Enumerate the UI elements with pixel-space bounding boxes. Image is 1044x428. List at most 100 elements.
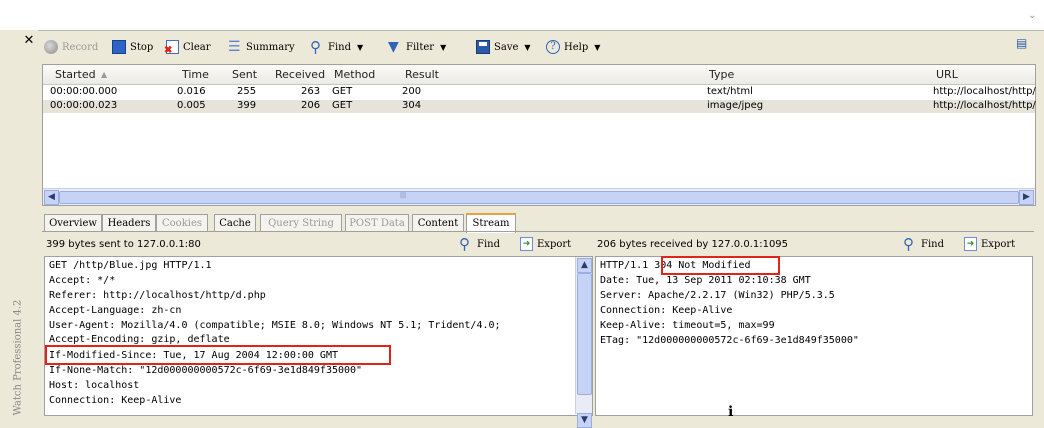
detail-tabs: Overview Headers Cookies Cache Query Str… xyxy=(44,213,1014,233)
record-icon xyxy=(44,40,58,54)
list-header: Started ▲ Time Sent Received Method Resu… xyxy=(43,65,1035,85)
response-export-button[interactable]: ➜ Export xyxy=(964,237,1015,251)
request-export-button[interactable]: ➜ Export xyxy=(520,237,571,251)
filter-button[interactable]: ▼ Filter ▼ xyxy=(388,36,446,58)
chevron-down-icon[interactable]: ⌄ xyxy=(1028,10,1038,21)
cell-sent: 399 xyxy=(237,100,257,111)
response-line: Connection: Keep-Alive xyxy=(600,305,733,316)
response-stream[interactable]: HTTP/1.1 304 Not Modified Date: Tue, 13 … xyxy=(595,256,1033,416)
save-label: Save xyxy=(494,41,519,53)
export-icon: ➜ xyxy=(520,237,533,251)
tab-stream[interactable]: Stream xyxy=(466,213,516,233)
dock-icon[interactable]: ▤ xyxy=(1016,36,1030,50)
cell-sent: 255 xyxy=(237,86,257,97)
summary-icon: ☰ xyxy=(228,39,241,55)
summary-button[interactable]: ☰ Summary xyxy=(228,36,295,58)
table-row[interactable]: 00:00:00.023 0.005 399 206 GET 304 image… xyxy=(43,100,1036,113)
find-button[interactable]: ⚲ Find ▼ xyxy=(310,36,363,58)
scroll-grip-icon: ||| xyxy=(400,192,407,199)
help-label: Help xyxy=(564,41,589,53)
request-line: User-Agent: Mozilla/4.0 (compatible; MSI… xyxy=(49,320,501,331)
response-line: Date: Tue, 13 Sep 2011 02:10:38 GMT xyxy=(600,275,811,286)
tab-cookies[interactable]: Cookies xyxy=(156,214,208,232)
cell-started: 00:00:00.023 xyxy=(50,100,118,111)
cell-received: 263 xyxy=(301,86,321,97)
request-export-label: Export xyxy=(537,238,572,250)
toolbar: Record Stop ✖ Clear ☰ Summary ⚲ Find ▼ ▼… xyxy=(44,36,1029,58)
request-find-label: Find xyxy=(477,238,500,250)
column-result[interactable]: Result xyxy=(405,68,439,81)
tab-cache[interactable]: Cache xyxy=(214,214,256,232)
scroll-down-icon[interactable]: ▼ xyxy=(577,413,592,428)
request-line: Accept-Language: zh-cn xyxy=(49,305,182,316)
help-dropdown-icon[interactable]: ▼ xyxy=(594,43,600,52)
request-line: Referer: http://localhost/http/d.php xyxy=(49,290,266,301)
cell-method: GET xyxy=(332,100,353,111)
stop-icon xyxy=(112,40,126,54)
request-summary: 399 bytes sent to 127.0.0.1:80 xyxy=(46,239,201,250)
stop-label: Stop xyxy=(130,41,154,53)
tab-divider xyxy=(42,231,1034,232)
cell-result: 200 xyxy=(402,86,422,97)
scroll-up-icon[interactable]: ▲ xyxy=(577,258,592,273)
request-line: GET /http/Blue.jpg HTTP/1.1 xyxy=(49,260,212,271)
column-received[interactable]: Received xyxy=(275,68,325,81)
close-icon[interactable]: ✕ xyxy=(22,34,36,48)
filter-label: Filter xyxy=(406,41,435,53)
request-line: Host: localhost xyxy=(49,380,140,391)
sort-ascending-icon: ▲ xyxy=(101,70,108,79)
session-list: Started ▲ Time Sent Received Method Resu… xyxy=(42,64,1036,206)
tab-query-string[interactable]: Query String xyxy=(260,214,342,232)
status-prefix: HTTP/1.1 xyxy=(600,260,655,271)
help-icon: ? xyxy=(546,40,560,54)
scroll-left-icon[interactable]: ◀ xyxy=(44,190,59,205)
clear-label: Clear xyxy=(183,41,211,53)
find-dropdown-icon[interactable]: ▼ xyxy=(357,43,363,52)
help-button[interactable]: ? Help ▼ xyxy=(546,36,600,58)
cell-url: http://localhost/http/ xyxy=(933,86,1036,97)
search-icon: ⚲ xyxy=(903,235,914,253)
response-find-button[interactable]: ⚲ Find xyxy=(903,235,944,253)
request-find-button[interactable]: ⚲ Find xyxy=(459,237,500,252)
cell-url: http://localhost/http/ xyxy=(933,100,1036,111)
highlight-box xyxy=(45,345,391,365)
cell-time: 0.005 xyxy=(177,100,206,111)
request-line: Connection: Keep-Alive xyxy=(49,395,182,406)
cell-type: text/html xyxy=(707,86,753,97)
record-button[interactable]: Record xyxy=(44,36,98,58)
table-row[interactable]: 00:00:00.000 0.016 255 263 GET 200 text/… xyxy=(43,86,1036,99)
tab-headers[interactable]: Headers xyxy=(102,214,156,232)
vertical-product-label: Watch Professional 4.2 xyxy=(12,299,24,416)
tab-post-data[interactable]: POST Data xyxy=(345,214,409,232)
column-type[interactable]: Type xyxy=(709,68,734,81)
save-button[interactable]: Save ▼ xyxy=(476,36,531,58)
cell-method: GET xyxy=(332,86,353,97)
tab-content[interactable]: Content xyxy=(412,214,464,232)
cell-type: image/jpeg xyxy=(707,100,764,111)
save-dropdown-icon[interactable]: ▼ xyxy=(524,43,530,52)
tab-overview[interactable]: Overview xyxy=(44,214,102,232)
funnel-icon: ▼ xyxy=(388,39,399,55)
column-url[interactable]: URL xyxy=(936,68,958,81)
request-stream[interactable]: GET /http/Blue.jpg HTTP/1.1 Accept: */* … xyxy=(44,256,593,428)
clear-button[interactable]: ✖ Clear xyxy=(164,36,211,58)
request-line: Accept-Encoding: gzip, deflate xyxy=(49,334,230,345)
response-find-label: Find xyxy=(921,238,944,250)
scroll-thumb[interactable] xyxy=(577,273,592,395)
filter-dropdown-icon[interactable]: ▼ xyxy=(440,43,446,52)
column-started[interactable]: Started xyxy=(55,68,96,81)
address-strip: ⌄ xyxy=(0,0,1044,31)
column-time[interactable]: Time xyxy=(182,68,209,81)
response-line: Keep-Alive: timeout=5, max=99 xyxy=(600,320,775,331)
vertical-scrollbar[interactable]: ▲ ▼ xyxy=(575,257,592,428)
clear-icon: ✖ xyxy=(164,40,179,56)
scroll-thumb[interactable] xyxy=(59,191,1019,204)
column-sent[interactable]: Sent xyxy=(232,68,257,81)
stop-button[interactable]: Stop xyxy=(112,36,153,58)
scroll-right-icon[interactable]: ▶ xyxy=(1019,190,1034,205)
highlight-box xyxy=(661,256,780,275)
request-line: Accept: */* xyxy=(49,275,116,286)
horizontal-scrollbar[interactable]: ◀ ||| ▶ xyxy=(43,188,1035,205)
search-icon: ⚲ xyxy=(310,38,321,56)
column-method[interactable]: Method xyxy=(334,68,375,81)
